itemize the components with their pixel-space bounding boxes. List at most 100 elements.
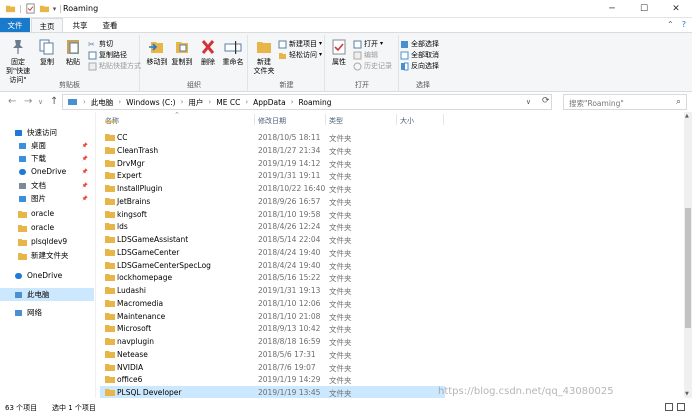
sidebar-item-6[interactable]: 图片 📌 <box>0 192 94 205</box>
delete-button[interactable]: 删除 <box>198 38 218 67</box>
copy-button[interactable]: 复制 <box>36 38 58 67</box>
paste-shortcut-button[interactable]: 粘贴快捷方式 <box>88 61 141 71</box>
breadcrumb-appdata[interactable]: AppData <box>253 98 286 107</box>
scrollbar-thumb[interactable] <box>685 208 691 328</box>
collapse-ribbon-icon[interactable]: ⌃ <box>667 20 674 29</box>
maximize-button[interactable]: ☐ <box>628 0 660 18</box>
close-button[interactable]: ✕ <box>660 0 692 18</box>
scroll-up-icon[interactable]: ▲ <box>685 113 689 119</box>
rename-button[interactable]: 重命名 <box>220 38 246 67</box>
file-row[interactable]: lockhomepage 2018/5/16 15:22 文件夹 <box>100 271 445 284</box>
sidebar-item-12[interactable]: 此电脑 <box>0 288 94 301</box>
invert-selection-icon <box>401 62 409 70</box>
star-icon <box>15 129 22 136</box>
breadcrumb-this-pc[interactable]: 此电脑 <box>91 97 114 108</box>
sidebar-item-label: 图片 <box>31 194 46 203</box>
select-none-button[interactable]: 全部取消 <box>400 50 439 60</box>
help-icon[interactable]: ? <box>682 20 686 29</box>
file-row[interactable]: LDSGameCenter 2018/4/24 19:40 文件夹 <box>100 246 445 259</box>
file-row[interactable]: NVIDIA 2018/7/6 19:07 文件夹 <box>100 361 445 374</box>
file-row[interactable]: lds 2018/4/26 12:24 文件夹 <box>100 220 445 233</box>
properties-icon[interactable] <box>25 3 36 14</box>
sidebar-item-9[interactable]: plsqldev9 <box>0 235 94 248</box>
move-to-button[interactable]: 移动到 <box>145 38 169 67</box>
paste-shortcut-icon <box>88 62 97 70</box>
large-icons-view-icon[interactable] <box>677 403 685 411</box>
back-button[interactable]: ← <box>8 96 16 107</box>
history-button[interactable]: 历史记录 <box>353 61 392 71</box>
forward-button[interactable]: → <box>24 96 32 107</box>
invert-selection-button[interactable]: 反向选择 <box>400 61 439 71</box>
file-date: 2019/1/19 13:45 <box>258 388 321 397</box>
sidebar-item-5[interactable]: 文档 📌 <box>0 179 94 192</box>
copy-path-button[interactable]: 复制路径 <box>88 50 127 60</box>
sidebar-item-1[interactable]: 快速访问 <box>0 126 94 139</box>
pane-splitter[interactable] <box>95 112 96 398</box>
tab-file[interactable]: 文件 <box>0 18 30 32</box>
breadcrumb-users[interactable]: 用户 <box>188 97 203 108</box>
copy-to-button[interactable]: 复制到 <box>170 38 194 67</box>
vertical-scrollbar[interactable]: ▲ ▼ <box>684 112 692 398</box>
file-row[interactable]: navplugin 2018/8/18 16:59 文件夹 <box>100 335 445 348</box>
select-group-label: 选择 <box>416 81 430 89</box>
sidebar-item-7[interactable]: oracle <box>0 207 94 220</box>
recent-locations-button[interactable]: ∨ <box>38 98 43 106</box>
easy-access-button[interactable]: 轻松访问 ▾ <box>278 50 322 60</box>
sidebar-item-10[interactable]: 新建文件夹 <box>0 249 94 262</box>
breadcrumb-user[interactable]: ME CC <box>216 98 240 107</box>
file-row[interactable]: Maintenance 2018/1/10 21:08 文件夹 <box>100 310 445 323</box>
file-name: CC <box>117 133 128 142</box>
file-type: 文件夹 <box>329 350 352 360</box>
file-row[interactable]: CleanTrash 2018/1/27 21:34 文件夹 <box>100 144 445 157</box>
folder-icon <box>105 363 115 371</box>
search-input[interactable]: 搜索"Roaming" ⌕ <box>563 94 687 110</box>
refresh-icon[interactable]: ⟳ <box>542 96 550 106</box>
open-button[interactable]: 打开 ▾ <box>353 39 383 49</box>
chevron-down-icon[interactable]: ▾ <box>53 5 57 13</box>
sidebar-item-8[interactable]: oracle <box>0 221 94 234</box>
tab-home[interactable]: 主页 <box>31 18 63 32</box>
file-row[interactable]: kingsoft 2018/1/10 19:58 文件夹 <box>100 208 445 221</box>
scroll-down-icon[interactable]: ▼ <box>685 391 689 397</box>
up-button[interactable]: ↑ <box>50 96 58 107</box>
details-view-icon[interactable] <box>665 403 673 411</box>
file-row[interactable]: Microsoft 2018/9/13 10:42 文件夹 <box>100 322 445 335</box>
tab-view[interactable]: 查看 <box>96 18 124 32</box>
sidebar-item-3[interactable]: 下载 📌 <box>0 152 94 165</box>
sidebar-item-11[interactable]: OneDrive <box>0 269 94 282</box>
new-item-button[interactable]: 新建项目 ▾ <box>278 39 322 49</box>
new-folder-icon[interactable] <box>39 3 50 14</box>
file-row[interactable]: InstallPlugin 2018/10/22 16:40 文件夹 <box>100 182 445 195</box>
minimize-button[interactable]: ─ <box>596 0 628 18</box>
cut-button[interactable]: ✂ 剪切 <box>88 39 113 49</box>
file-row[interactable]: Netease 2018/5/6 17:31 文件夹 <box>100 348 445 361</box>
breadcrumb-drive-c[interactable]: Windows (C:) <box>126 98 175 107</box>
navigation-pane: 快速访问 桌面 📌 下载 📌 OneDrive 📌 文档 📌 图片 📌 oracle oracle pls… <box>0 112 94 398</box>
sidebar-item-13[interactable]: 网络 <box>0 306 94 319</box>
file-row[interactable]: LDSGameCenterSpecLog 2018/4/24 19:40 文件夹 <box>100 259 445 272</box>
pin-quick-access-button[interactable]: 固定到"快速访问" <box>3 38 33 85</box>
chevron-down-icon[interactable]: ∨ <box>526 98 531 106</box>
paste-button[interactable]: 粘贴 <box>62 38 84 67</box>
new-folder-button[interactable]: 新建 文件夹 <box>252 38 276 76</box>
edit-button[interactable]: 编辑 <box>353 50 378 60</box>
file-row[interactable]: DrvMgr 2019/1/19 14:12 文件夹 <box>100 157 445 170</box>
select-all-button[interactable]: 全部选择 <box>400 39 439 49</box>
delete-label: 删除 <box>201 58 215 66</box>
file-row[interactable]: Macromedia 2018/1/10 12:06 文件夹 <box>100 297 445 310</box>
sidebar-item-4[interactable]: OneDrive 📌 <box>0 165 94 178</box>
file-row[interactable]: PLSQL Developer 2019/1/19 13:45 文件夹 <box>100 386 445 398</box>
file-row[interactable]: Ludashi 2019/1/31 19:13 文件夹 <box>100 284 445 297</box>
file-row[interactable]: LDSGameAssistant 2018/5/14 22:04 文件夹 <box>100 233 445 246</box>
tab-share[interactable]: 共享 <box>66 18 94 32</box>
folder-icon <box>105 236 115 243</box>
file-row[interactable]: office6 2019/1/19 14:29 文件夹 <box>100 373 445 386</box>
file-row[interactable]: CC 2018/10/5 18:11 文件夹 <box>100 131 445 144</box>
sidebar-item-2[interactable]: 桌面 📌 <box>0 139 94 152</box>
file-row[interactable]: Expert 2019/1/31 19:11 文件夹 <box>100 169 445 182</box>
file-row[interactable]: JetBrains 2018/9/26 16:57 文件夹 <box>100 195 445 208</box>
breadcrumb-roaming[interactable]: Roaming <box>299 98 332 107</box>
address-bar[interactable]: › 此电脑 › Windows (C:) › 用户 › ME CC › AppD… <box>62 94 552 110</box>
folder-icon <box>105 248 115 256</box>
properties-button[interactable]: 属性 <box>329 38 349 67</box>
